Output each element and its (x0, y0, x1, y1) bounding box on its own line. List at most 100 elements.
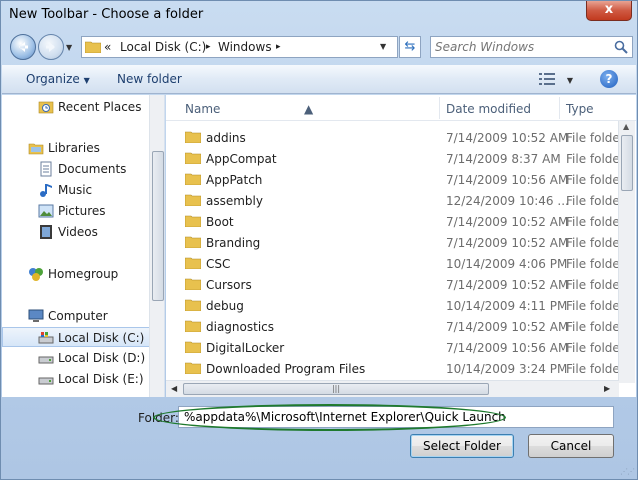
refresh-button[interactable]: ⇆ (399, 36, 421, 58)
back-arrow-icon (19, 42, 28, 52)
file-date: 10/14/2009 4:11 PM (446, 299, 568, 313)
file-type: File folde (566, 341, 620, 355)
file-list-vertical-scrollbar[interactable]: ▲ (618, 121, 635, 383)
file-row[interactable]: Boot 7/14/2009 10:52 AM File folde (166, 211, 620, 232)
nav-item-music[interactable]: Music (2, 180, 150, 200)
folder-icon (185, 131, 201, 143)
organize-menu[interactable]: Organize ▼ (26, 72, 90, 86)
file-name: assembly (206, 194, 263, 208)
file-row[interactable]: debug 10/14/2009 4:11 PM File folde (166, 295, 620, 316)
file-row[interactable]: DigitalLocker 7/14/2009 10:56 AM File fold… (166, 337, 620, 358)
nav-item-local-disk-e[interactable]: Local Disk (E:) (2, 369, 150, 389)
cancel-button[interactable]: Cancel (528, 434, 614, 458)
file-name: addins (206, 131, 246, 145)
nav-label: Local Disk (C:) (58, 331, 145, 345)
nav-item-videos[interactable]: Videos (2, 222, 150, 242)
nav-item-local-disk-d[interactable]: Local Disk (D:) (2, 348, 150, 368)
folder-label: Folder: (138, 411, 179, 425)
computer-icon (28, 309, 44, 322)
drive-icon (38, 356, 54, 364)
folder-icon (185, 215, 201, 227)
address-segment-drive[interactable]: Local Disk (C:) (120, 40, 206, 54)
file-type: File folde (566, 320, 620, 334)
file-list-horizontal-scrollbar[interactable]: ◀ ||| ▶ (166, 380, 619, 397)
recent-places-icon (38, 101, 54, 114)
close-button[interactable]: x (586, 1, 632, 21)
file-name: AppCompat (206, 152, 277, 166)
nav-label: Pictures (58, 204, 106, 218)
scroll-thumb[interactable] (621, 135, 633, 191)
chevron-down-icon: ▼ (566, 76, 573, 85)
address-segment-folder[interactable]: Windows (218, 40, 272, 54)
nav-item-documents[interactable]: Documents (2, 159, 150, 179)
file-row[interactable]: Cursors 7/14/2009 10:52 AM File folde (166, 274, 620, 295)
sort-up-icon: ▲ (304, 102, 314, 116)
scroll-thumb[interactable] (152, 151, 164, 301)
file-type: File folde (566, 299, 620, 313)
file-name: AppPatch (206, 173, 263, 187)
scroll-up-icon[interactable]: ▲ (623, 122, 629, 131)
libraries-icon (28, 143, 44, 155)
scroll-right-icon[interactable]: ▶ (604, 384, 610, 393)
address-separator[interactable]: ▸ (206, 42, 211, 52)
folder-icon (185, 173, 201, 185)
file-date: 7/14/2009 10:52 AM (446, 131, 569, 145)
nav-scrollbar[interactable] (149, 95, 164, 397)
new-folder-button[interactable]: New folder (117, 72, 182, 86)
nav-label: Documents (58, 162, 127, 176)
column-header-type[interactable]: Type (566, 102, 594, 116)
file-row[interactable]: diagnostics 7/14/2009 10:52 AM File folde (166, 316, 620, 337)
address-separator[interactable]: ▸ (276, 42, 281, 52)
address-dropdown[interactable]: ▼ (380, 42, 386, 51)
file-row[interactable]: assembly 12/24/2009 10:46 ... File folde (166, 190, 620, 211)
file-date: 7/14/2009 10:52 AM (446, 320, 569, 334)
address-overflow[interactable]: « (104, 40, 111, 54)
file-date: 10/14/2009 3:24 PM (446, 362, 568, 376)
file-type: File folde (566, 215, 620, 229)
file-row[interactable]: Branding 7/14/2009 10:52 AM File folde (166, 232, 620, 253)
file-row[interactable]: CSC 10/14/2009 4:06 PM File folde (166, 253, 620, 274)
nav-item-local-disk-c[interactable]: Local Disk (C:) (2, 327, 150, 347)
select-folder-button[interactable]: Select Folder (410, 434, 514, 458)
resize-grip-icon[interactable]: ⋰⋰ (620, 467, 635, 476)
column-divider[interactable] (559, 97, 560, 119)
scroll-left-icon[interactable]: ◀ (171, 384, 177, 393)
file-row[interactable]: addins 7/14/2009 10:52 AM File folde (166, 127, 620, 148)
file-name: Boot (206, 215, 234, 229)
column-header-name[interactable]: Name (185, 102, 220, 116)
search-box[interactable] (430, 36, 633, 58)
organize-label: Organize (26, 72, 80, 86)
file-name: Branding (206, 236, 261, 250)
file-date: 10/14/2009 4:06 PM (446, 257, 568, 271)
back-button[interactable] (10, 34, 36, 60)
folder-field[interactable] (178, 406, 614, 428)
folder-icon (185, 236, 201, 248)
nav-item-computer[interactable]: Computer (2, 306, 150, 326)
folder-input[interactable] (179, 407, 613, 427)
navigation-pane: Recent Places Libraries Documents Music … (2, 95, 165, 397)
file-date: 7/14/2009 8:37 AM (446, 152, 561, 166)
documents-icon (40, 161, 52, 177)
file-row[interactable]: AppCompat 7/14/2009 8:37 AM File folde (166, 148, 620, 169)
nav-item-homegroup[interactable]: Homegroup (2, 264, 150, 284)
nav-item-recent-places[interactable]: Recent Places (2, 97, 150, 117)
help-button[interactable]: ? (600, 70, 618, 88)
column-divider[interactable] (439, 97, 440, 119)
file-row[interactable]: Downloaded Program Files 10/14/2009 3:24 … (166, 358, 620, 379)
view-options-button[interactable]: ▼ (539, 73, 573, 88)
nav-item-libraries[interactable]: Libraries (2, 138, 150, 158)
folder-icon (185, 362, 201, 374)
file-date: 12/24/2009 10:46 ... (446, 194, 569, 208)
column-header-date[interactable]: Date modified (446, 102, 531, 116)
nav-item-pictures[interactable]: Pictures (2, 201, 150, 221)
videos-icon (40, 225, 52, 239)
search-input[interactable] (431, 37, 611, 57)
forward-button[interactable] (38, 34, 64, 60)
recent-pages-dropdown[interactable]: ▼ (66, 43, 72, 52)
file-date: 7/14/2009 10:56 AM (446, 341, 569, 355)
nav-label: Local Disk (D:) (58, 351, 146, 365)
scroll-thumb[interactable]: ||| (183, 383, 489, 395)
file-row[interactable]: AppPatch 7/14/2009 10:56 AM File folde (166, 169, 620, 190)
address-bar[interactable]: « Local Disk (C:) ▸ Windows ▸ (81, 36, 398, 58)
folder-icon (185, 341, 201, 353)
